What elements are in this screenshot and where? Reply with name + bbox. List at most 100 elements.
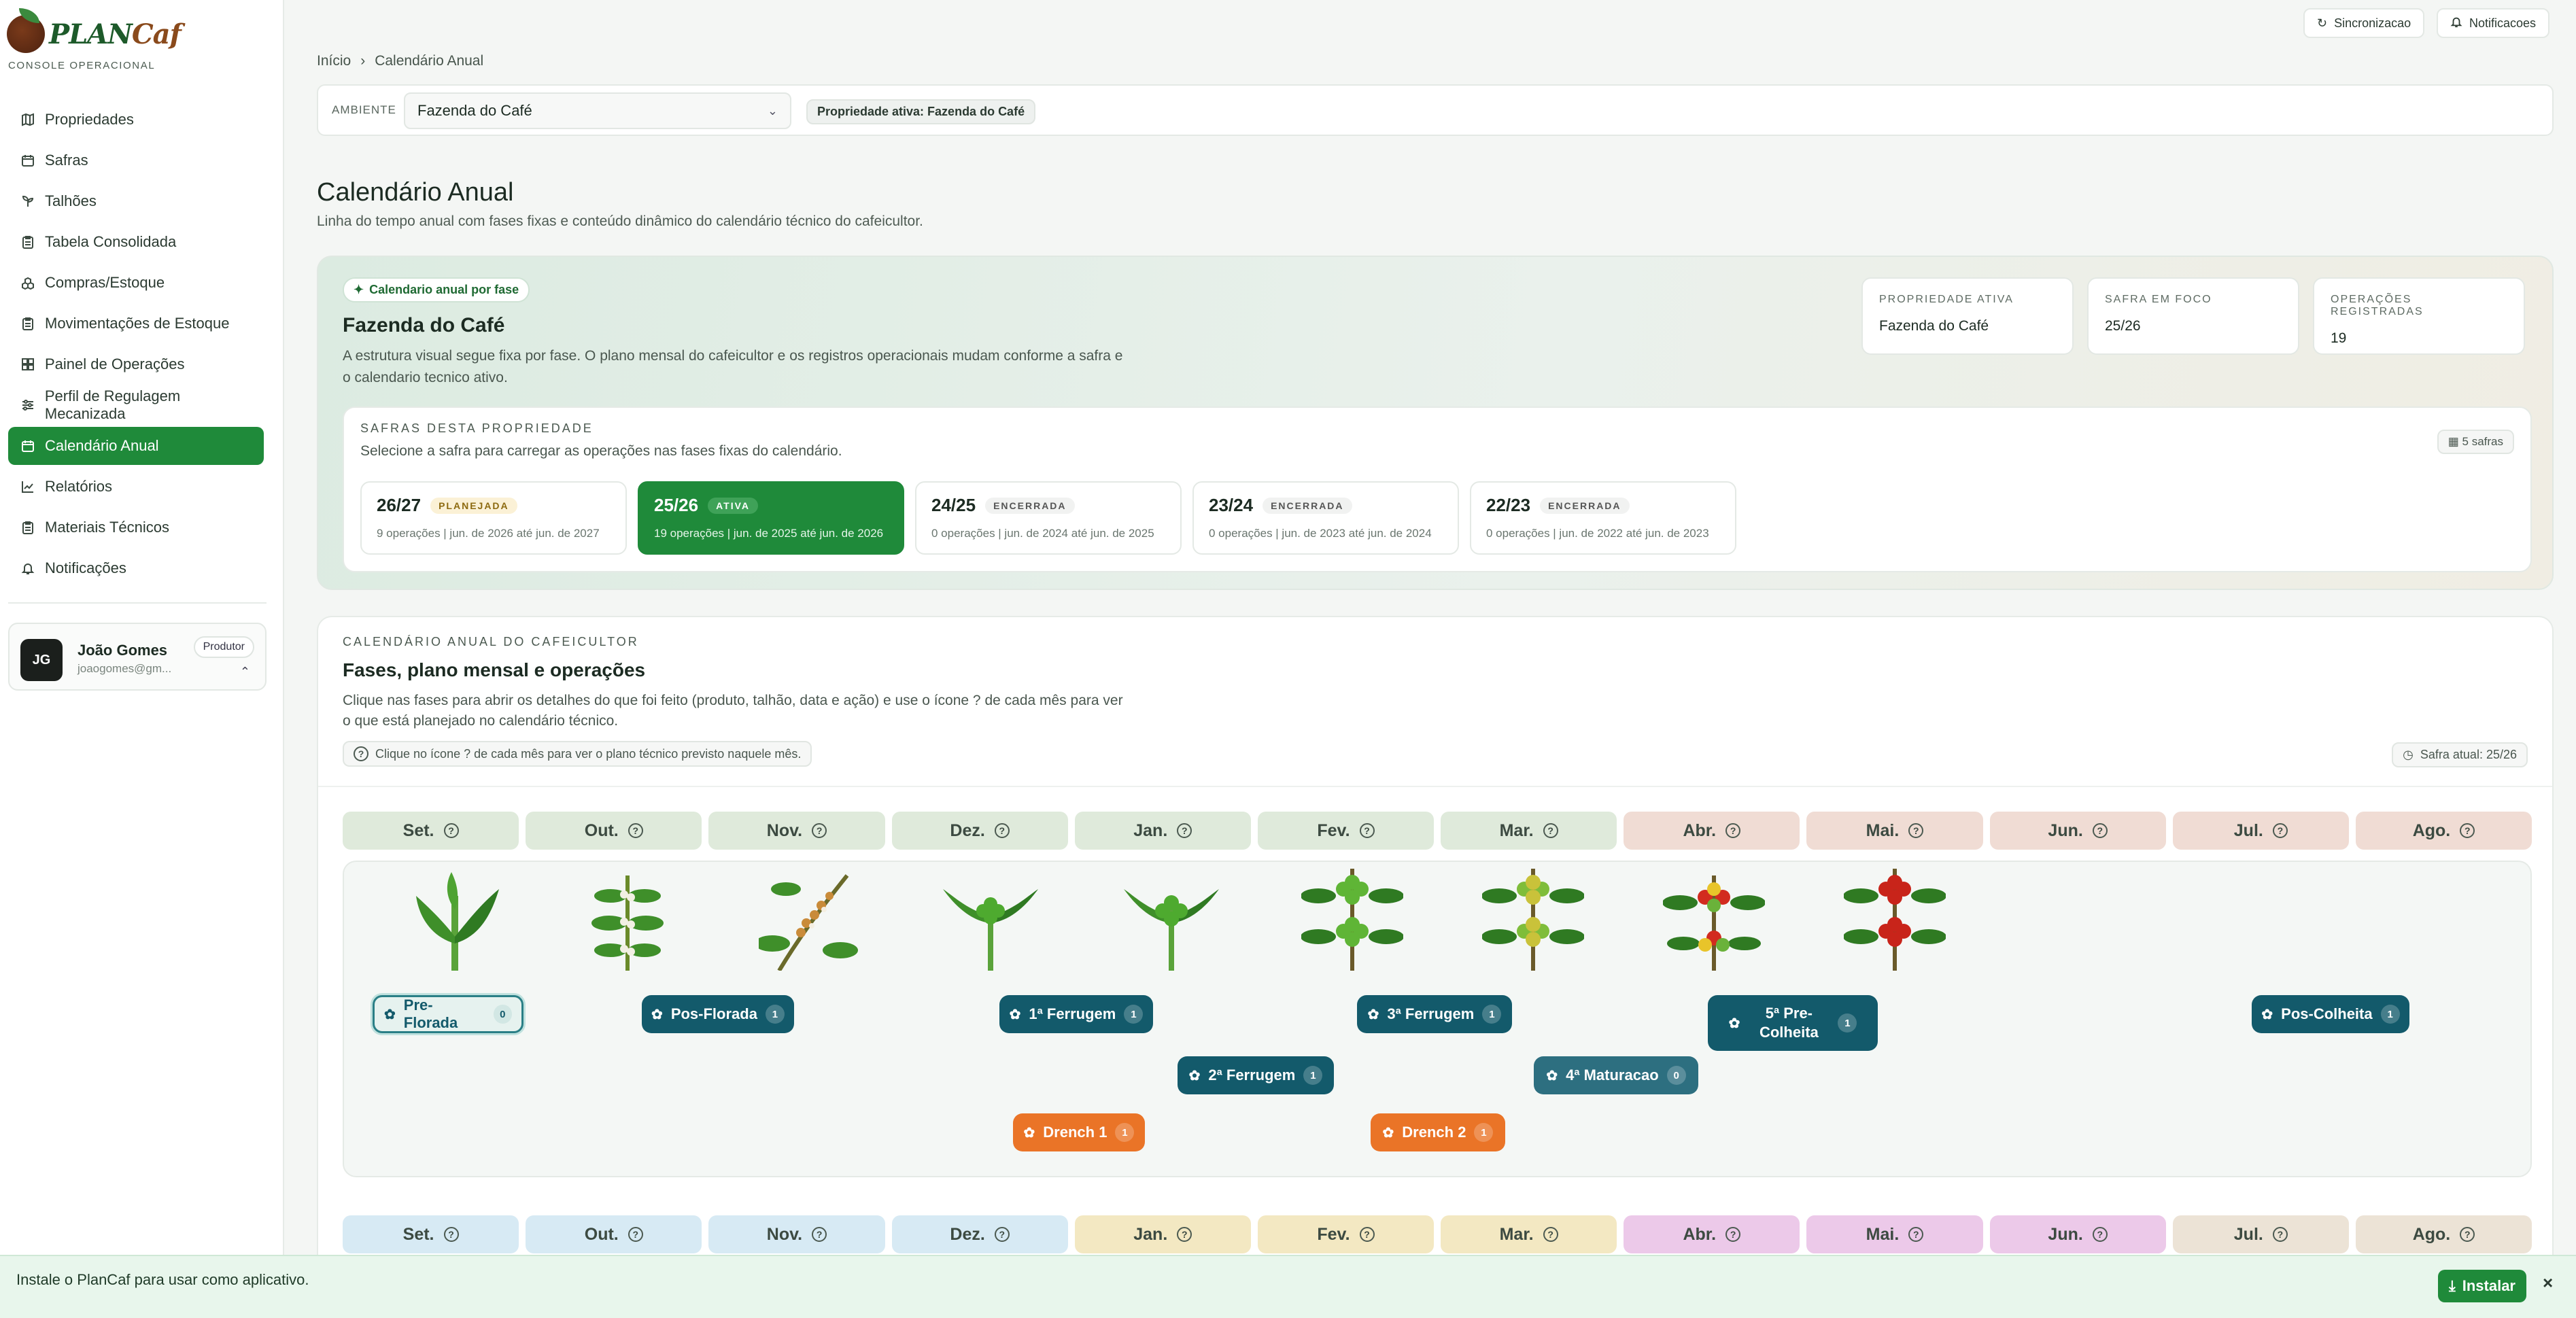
help-circle-icon[interactable]: ? <box>994 823 1010 838</box>
help-circle-icon[interactable]: ? <box>2460 1227 2475 1242</box>
month-abr[interactable]: Abr.? <box>1624 812 1800 850</box>
sidebar-item-propriedades[interactable]: Propriedades <box>8 101 264 139</box>
help-circle-icon[interactable]: ? <box>1177 1227 1192 1242</box>
month-jul[interactable]: Jul.? <box>2172 1215 2349 1253</box>
phase-1-ferrugem[interactable]: ✿ 1ª Ferrugem 1 <box>999 995 1153 1033</box>
help-circle-icon[interactable]: ? <box>2092 1227 2108 1242</box>
help-circle-icon[interactable]: ? <box>994 1227 1010 1242</box>
help-circle-icon[interactable]: ? <box>1725 823 1741 838</box>
help-circle-icon[interactable]: ? <box>443 1227 459 1242</box>
help-circle-icon[interactable]: ? <box>1359 1227 1375 1242</box>
help-circle-icon[interactable]: ? <box>2092 823 2108 838</box>
help-circle-icon[interactable]: ? <box>812 823 827 838</box>
help-circle-icon[interactable]: ? <box>1359 823 1375 838</box>
user-card[interactable]: JG João Gomes joaogomes@gm... Produtor ⌃ <box>8 623 267 691</box>
month-mar[interactable]: Mar.? <box>1441 812 1617 850</box>
phase-3-ferrugem[interactable]: ✿ 3ª Ferrugem 1 <box>1357 995 1512 1033</box>
month-nov[interactable]: Nov.? <box>708 812 885 850</box>
phase-drench-1[interactable]: ✿ Drench 1 1 <box>1013 1113 1145 1151</box>
month-label: Dez. <box>950 1224 985 1244</box>
phase-pos-florada[interactable]: ✿ Pos-Florada 1 <box>642 995 794 1033</box>
sidebar-item-movimentacoes-estoque[interactable]: Movimentações de Estoque <box>8 305 264 343</box>
month-jun[interactable]: Jun.? <box>1989 812 2166 850</box>
status-badge: PLANEJADA <box>430 497 517 514</box>
phase-4-maturacao[interactable]: ✿ 4ª Maturacao 0 <box>1534 1056 1698 1094</box>
help-circle-icon[interactable]: ? <box>2272 1227 2288 1242</box>
month-dez[interactable]: Dez.? <box>891 812 1068 850</box>
brand[interactable]: PLANCaf CONSOLE OPERACIONAL <box>7 8 279 77</box>
month-fev[interactable]: Fev.? <box>1257 812 1435 850</box>
install-banner: Instale o PlanCaf para usar como aplicat… <box>0 1255 2576 1318</box>
calendar-icon <box>20 438 35 453</box>
sidebar-item-materiais-tecnicos[interactable]: Materiais Técnicos <box>8 508 264 547</box>
sidebar-item-tabela-consolidada[interactable]: Tabela Consolidada <box>8 223 264 261</box>
month-jul[interactable]: Jul.? <box>2172 812 2349 850</box>
help-circle-icon[interactable]: ? <box>1543 1227 1558 1242</box>
month-label: Fev. <box>1317 1224 1350 1244</box>
month-mai[interactable]: Mai.? <box>1806 812 1983 850</box>
help-circle-icon[interactable]: ? <box>2272 823 2288 838</box>
help-circle-icon[interactable]: ? <box>1725 1227 1741 1242</box>
sync-button[interactable]: ↻ Sincronizacao <box>2303 8 2425 38</box>
month-jun[interactable]: Jun.? <box>1989 1215 2166 1253</box>
sidebar-item-safras[interactable]: Safras <box>8 141 264 179</box>
boxes-icon <box>20 275 35 290</box>
help-circle-icon[interactable]: ? <box>2460 823 2475 838</box>
phase-pre-florada[interactable]: ✿ Pre-Florada 0 <box>373 995 523 1033</box>
phase-5-pre-colheita[interactable]: ✿ 5ª Pre-Colheita 1 <box>1708 995 1878 1051</box>
help-circle-icon[interactable]: ? <box>628 823 643 838</box>
month-label: Out. <box>584 820 619 840</box>
sidebar-divider <box>8 602 267 604</box>
safra-card-25-26[interactable]: 25/26 ATIVA 19 operações | jun. de 2025 … <box>638 481 904 555</box>
help-circle-icon[interactable]: ? <box>1543 823 1558 838</box>
calendar-label: CALENDÁRIO ANUAL DO CAFEICULTOR <box>343 635 639 648</box>
month-fev[interactable]: Fev.? <box>1257 1215 1435 1253</box>
sidebar-item-talhoes[interactable]: Talhões <box>8 182 264 220</box>
help-circle-icon[interactable]: ? <box>812 1227 827 1242</box>
month-out[interactable]: Out.? <box>526 1215 702 1253</box>
month-abr[interactable]: Abr.? <box>1624 1215 1800 1253</box>
sidebar-item-relatorios[interactable]: Relatórios <box>8 468 264 506</box>
help-circle-icon[interactable]: ? <box>443 823 459 838</box>
install-button[interactable]: ⤓ Instalar <box>2438 1270 2526 1302</box>
month-label: Mar. <box>1499 1224 1534 1244</box>
safra-card-23-24[interactable]: 23/24 ENCERRADA 0 operações | jun. de 20… <box>1192 481 1459 555</box>
safra-card-26-27[interactable]: 26/27 PLANEJADA 9 operações | jun. de 20… <box>360 481 627 555</box>
safra-name: 24/25 <box>931 495 976 515</box>
month-dez[interactable]: Dez.? <box>891 1215 1068 1253</box>
sidebar-item-perfil-regulagem[interactable]: Perfil de Regulagem Mecanizada <box>8 386 264 424</box>
month-mai[interactable]: Mai.? <box>1806 1215 1983 1253</box>
safra-card-24-25[interactable]: 24/25 ENCERRADA 0 operações | jun. de 20… <box>915 481 1182 555</box>
month-nov[interactable]: Nov.? <box>708 1215 885 1253</box>
environment-select[interactable]: Fazenda do Café ⌄ <box>404 92 791 129</box>
sprout-icon <box>20 194 35 209</box>
month-jan[interactable]: Jan.? <box>1074 1215 1251 1253</box>
month-out[interactable]: Out.? <box>526 812 702 850</box>
help-circle-icon[interactable]: ? <box>1177 823 1192 838</box>
sidebar-item-compras-estoque[interactable]: Compras/Estoque <box>8 264 264 302</box>
phase-drench-2[interactable]: ✿ Drench 2 1 <box>1371 1113 1505 1151</box>
sidebar-item-notificacoes[interactable]: Notificações <box>8 549 264 587</box>
phase-pos-colheita[interactable]: ✿ Pos-Colheita 1 <box>2252 995 2409 1033</box>
month-set[interactable]: Set.? <box>343 1215 519 1253</box>
help-circle-icon[interactable]: ? <box>1908 1227 1924 1242</box>
month-set[interactable]: Set.? <box>343 812 519 850</box>
sidebar-item-calendario-anual[interactable]: Calendário Anual <box>8 427 264 465</box>
chevron-up-icon[interactable]: ⌃ <box>240 665 250 679</box>
safra-card-22-23[interactable]: 22/23 ENCERRADA 0 operações | jun. de 20… <box>1470 481 1736 555</box>
leaf-icon: ✿ <box>1188 1068 1201 1083</box>
help-circle-icon[interactable]: ? <box>628 1227 643 1242</box>
month-ago[interactable]: Ago.? <box>2355 812 2532 850</box>
month-mar[interactable]: Mar.? <box>1441 1215 1617 1253</box>
month-jan[interactable]: Jan.? <box>1074 812 1251 850</box>
page-subtitle: Linha do tempo anual com fases fixas e c… <box>317 213 923 229</box>
month-label: Jun. <box>2048 820 2083 840</box>
breadcrumb-home[interactable]: Início <box>317 53 351 69</box>
month-ago[interactable]: Ago.? <box>2355 1215 2532 1253</box>
phase-2-ferrugem[interactable]: ✿ 2ª Ferrugem 1 <box>1178 1056 1334 1094</box>
notifications-button[interactable]: Notificacoes <box>2437 8 2550 38</box>
help-circle-icon[interactable]: ? <box>1908 823 1924 838</box>
close-icon[interactable]: × <box>2543 1272 2553 1294</box>
phase-label: 5ª Pre-Colheita <box>1759 1005 1819 1041</box>
sidebar-item-painel-operacoes[interactable]: Painel de Operações <box>8 345 264 383</box>
